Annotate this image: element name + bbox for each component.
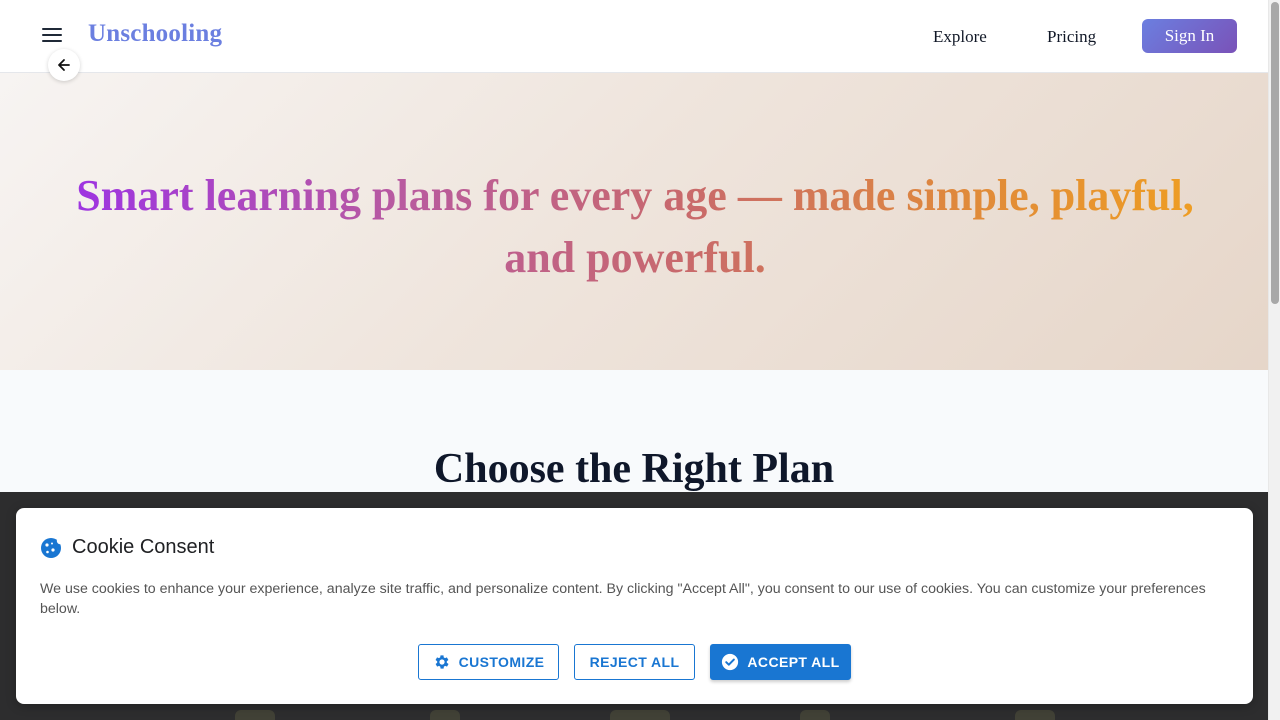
cookie-description: We use cookies to enhance your experienc… <box>40 581 1206 617</box>
accept-label: ACCEPT ALL <box>747 654 840 670</box>
page-scrollbar[interactable] <box>1268 0 1280 720</box>
arrow-left-icon <box>58 59 70 71</box>
hamburger-menu-icon[interactable] <box>40 26 64 46</box>
nav-explore-link[interactable]: Explore <box>933 27 987 47</box>
hero-title: Smart learning plans for every age — mad… <box>40 165 1230 289</box>
cookie-consent-dialog: Cookie Consent We use cookies to enhance… <box>16 508 1253 704</box>
accept-all-button[interactable]: ACCEPT ALL <box>710 644 851 680</box>
logo[interactable]: Unschooling <box>88 20 222 48</box>
reject-label: REJECT ALL <box>589 654 680 670</box>
gear-icon <box>435 655 449 669</box>
customize-label: CUSTOMIZE <box>458 654 545 670</box>
cookie-title: Cookie Consent <box>72 536 215 558</box>
customize-button[interactable]: CUSTOMIZE <box>418 644 559 680</box>
check-circle-icon <box>722 653 739 671</box>
back-button[interactable] <box>48 49 80 81</box>
nav-pricing-link[interactable]: Pricing <box>1047 27 1096 47</box>
cookie-icon <box>41 537 62 558</box>
reject-all-button[interactable]: REJECT ALL <box>574 644 695 680</box>
sign-in-button[interactable]: Sign In <box>1142 19 1237 53</box>
obscured-content <box>0 706 1268 720</box>
plans-title: Choose the Right Plan <box>433 446 835 492</box>
hero-section: Smart learning plans for every age — mad… <box>0 73 1268 370</box>
cookie-actions: CUSTOMIZE REJECT ALL ACCEPT ALL <box>16 644 1253 680</box>
top-navbar: Unschooling Explore Pricing Sign In <box>0 0 1268 73</box>
scrollbar-thumb[interactable] <box>1271 2 1279 304</box>
